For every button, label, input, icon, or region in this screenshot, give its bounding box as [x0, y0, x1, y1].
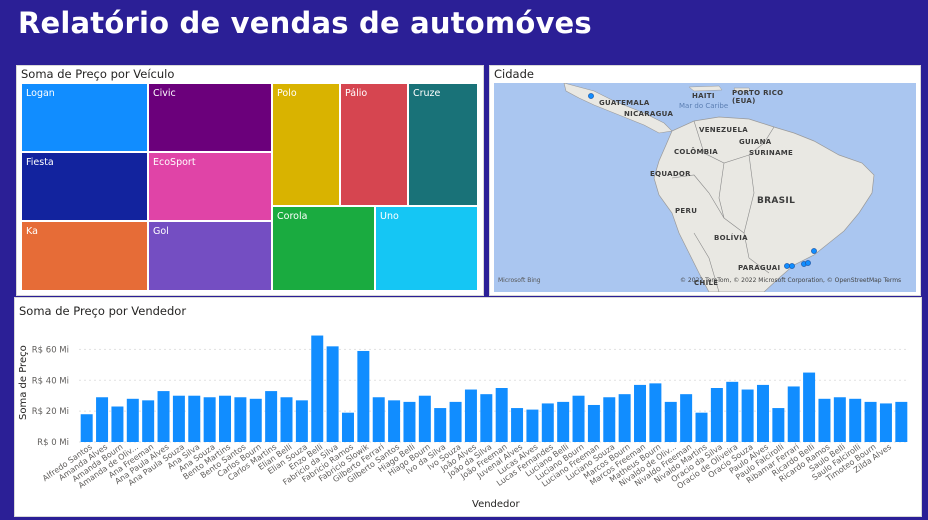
tile-label: Fiesta	[26, 157, 54, 168]
bar[interactable]	[495, 388, 508, 442]
bar[interactable]	[295, 400, 308, 442]
bing-logo: Microsoft Bing	[498, 277, 541, 284]
map-point	[805, 260, 811, 266]
bar[interactable]	[680, 394, 693, 442]
map-point	[811, 248, 817, 254]
bar[interactable]	[879, 403, 892, 442]
treemap-tile-uno[interactable]: Uno	[375, 206, 478, 291]
map-attribution[interactable]: © 2022 TomTom, © 2022 Microsoft Corporat…	[680, 277, 901, 284]
y-tick-label: R$ 0 Mi	[37, 438, 69, 448]
map-point	[784, 263, 790, 269]
bar[interactable]	[234, 397, 247, 442]
bar[interactable]	[864, 401, 877, 442]
bar[interactable]	[849, 398, 862, 442]
bar[interactable]	[449, 401, 462, 442]
bar[interactable]	[326, 346, 339, 442]
bar[interactable]	[219, 395, 232, 442]
bar[interactable]	[280, 397, 293, 442]
bar[interactable]	[572, 395, 585, 442]
bar[interactable]	[710, 388, 723, 442]
bar[interactable]	[403, 401, 416, 442]
treemap-tile-logan[interactable]: Logan	[21, 83, 148, 152]
tile-label: Logan	[26, 88, 55, 99]
bar[interactable]	[557, 401, 570, 442]
map-title: Cidade	[494, 67, 534, 81]
treemap-tile-gol[interactable]: Gol	[148, 221, 272, 291]
bar[interactable]	[96, 397, 109, 442]
map-points	[588, 93, 817, 269]
bar[interactable]	[341, 412, 354, 442]
bar[interactable]	[618, 394, 631, 442]
map-point	[588, 93, 594, 99]
bar[interactable]	[249, 398, 262, 442]
bar[interactable]	[203, 397, 216, 442]
tile-label: Cruze	[413, 88, 441, 99]
bar[interactable]	[603, 397, 616, 442]
bar[interactable]	[188, 395, 201, 442]
tile-label: Civic	[153, 88, 176, 99]
bar[interactable]	[126, 398, 139, 442]
treemap-tile-palio[interactable]: Pálio	[340, 83, 408, 206]
bar[interactable]	[526, 409, 539, 442]
bar[interactable]	[142, 400, 155, 442]
bar[interactable]	[157, 391, 170, 442]
bar[interactable]	[372, 397, 385, 442]
bar[interactable]	[464, 389, 477, 442]
treemap-tile-cruze[interactable]: Cruze	[408, 83, 478, 206]
bar[interactable]	[895, 401, 908, 442]
bar[interactable]	[541, 403, 554, 442]
bar-chart-svg: R$ 0 MiR$ 20 MiR$ 40 MiR$ 60 MiAlfredo S…	[32, 335, 909, 491]
treemap-tile-corola[interactable]: Corola	[272, 206, 375, 291]
bar[interactable]	[634, 384, 647, 442]
treemap-tile-fiesta[interactable]: Fiesta	[21, 152, 148, 221]
y-tick-label: R$ 20 Mi	[32, 407, 69, 417]
bar[interactable]	[172, 395, 185, 442]
map-point	[789, 263, 795, 269]
treemap-title: Soma de Preço por Veículo	[21, 67, 175, 81]
bar[interactable]	[741, 389, 754, 442]
bar[interactable]	[357, 350, 370, 442]
tile-label: EcoSport	[153, 157, 196, 168]
treemap-area: Logan Fiesta Ka Civic EcoSport Gol Polo …	[21, 83, 479, 291]
tile-label: Pálio	[345, 88, 368, 99]
page-title: Relatório de vendas de automóves	[18, 6, 592, 40]
tile-label: Gol	[153, 226, 169, 237]
bar[interactable]	[833, 397, 846, 442]
bar[interactable]	[756, 384, 769, 442]
bar[interactable]	[818, 398, 831, 442]
treemap-tile-civic[interactable]: Civic	[148, 83, 272, 152]
bar[interactable]	[388, 400, 401, 442]
y-tick-label: R$ 60 Mi	[32, 345, 69, 355]
tile-label: Uno	[380, 211, 399, 222]
treemap-tile-ka[interactable]: Ka	[21, 221, 148, 291]
map-visual[interactable]: Cidade HAITI PORTO RICO (EUA) GUATEMALA …	[489, 65, 921, 296]
treemap-tile-polo[interactable]: Polo	[272, 83, 340, 206]
bar[interactable]	[587, 404, 600, 442]
bar[interactable]	[111, 406, 124, 442]
bar-chart-visual[interactable]: Soma de Preço por Vendedor Soma de Preço…	[14, 297, 922, 517]
bar[interactable]	[803, 372, 816, 442]
bar[interactable]	[649, 383, 662, 442]
map-area[interactable]: HAITI PORTO RICO (EUA) GUATEMALA NICARAG…	[494, 83, 916, 292]
bar[interactable]	[772, 408, 785, 442]
tile-label: Ka	[26, 226, 38, 237]
bar[interactable]	[511, 408, 524, 442]
tile-label: Polo	[277, 88, 297, 99]
bar[interactable]	[311, 335, 324, 442]
bar[interactable]	[664, 401, 677, 442]
bar[interactable]	[265, 391, 278, 442]
bar[interactable]	[695, 412, 708, 442]
y-tick-label: R$ 40 Mi	[32, 376, 69, 386]
bar[interactable]	[787, 386, 800, 442]
treemap-visual[interactable]: Soma de Preço por Veículo Logan Fiesta K…	[16, 65, 484, 296]
bar[interactable]	[480, 394, 493, 442]
tile-label: Corola	[277, 211, 308, 222]
bar[interactable]	[726, 381, 739, 442]
bar[interactable]	[434, 408, 447, 442]
bar[interactable]	[418, 395, 431, 442]
treemap-tile-ecosport[interactable]: EcoSport	[148, 152, 272, 221]
bar[interactable]	[80, 414, 93, 442]
